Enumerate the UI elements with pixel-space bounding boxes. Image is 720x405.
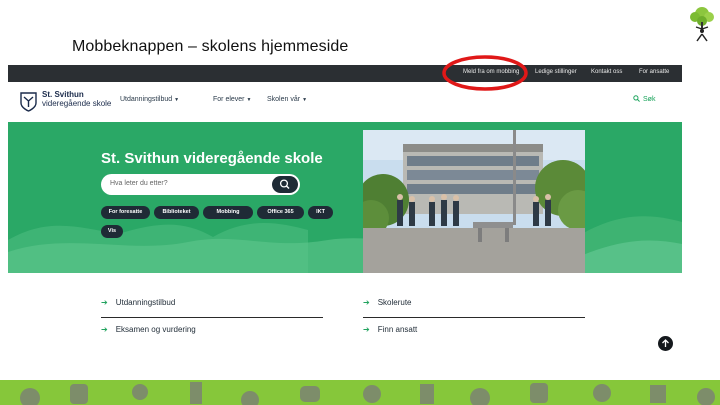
link-label: Eksamen og vurdering — [115, 325, 196, 334]
topbar-link-staff[interactable]: For ansatte — [639, 69, 669, 75]
nav-utdanningstilbud[interactable]: Utdanningstilbud ▼ — [120, 96, 179, 103]
link-skolerute[interactable]: ➔ Skolerute — [363, 298, 412, 307]
utility-bar: Meld fra om mobbing Ledige stillinger Ko… — [8, 65, 682, 82]
quick-link-vis[interactable]: Vis — [101, 225, 123, 238]
school-photo — [363, 130, 585, 273]
nav-skolen-var[interactable]: Skolen vår ▼ — [267, 96, 307, 103]
search-placeholder: Hva leter du etter? — [110, 180, 168, 187]
chevron-down-icon: ▼ — [246, 97, 252, 103]
link-label: Utdanningstilbud — [115, 298, 176, 307]
site-header: St. Svithun videregående skole Utdanning… — [8, 82, 682, 122]
slide-title: Mobbeknappen – skolens hjemmeside — [72, 38, 349, 55]
quick-link-office-365[interactable]: Office 365 — [257, 206, 304, 219]
link-utdanningstilbud[interactable]: ➔ Utdanningstilbud — [101, 298, 175, 307]
search-icon — [633, 95, 640, 102]
chevron-down-icon: ▼ — [174, 97, 180, 103]
nav-label: For elever — [213, 96, 245, 103]
search-icon — [279, 179, 290, 189]
link-finn-ansatt[interactable]: ➔ Finn ansatt — [363, 325, 417, 334]
quick-link-ikt[interactable]: IKT — [308, 206, 333, 219]
link-label: Skolerute — [377, 298, 412, 307]
chevron-down-icon: ▼ — [302, 97, 308, 103]
decorative-footer-band — [0, 380, 720, 405]
tree-logo-icon — [690, 7, 714, 42]
topbar-link-contact[interactable]: Kontakt oss — [591, 69, 622, 75]
link-eksamen[interactable]: ➔ Eksamen og vurdering — [101, 325, 196, 334]
search-submit-button[interactable] — [272, 176, 298, 193]
hero-section: St. Svithun videregående skole Hva leter… — [8, 122, 682, 273]
arrow-right-icon: ➔ — [101, 325, 108, 334]
link-label: Finn ansatt — [377, 325, 418, 334]
link-divider — [363, 317, 585, 318]
hero-search-input[interactable]: Hva leter du etter? — [101, 174, 300, 195]
school-logo-text[interactable]: St. Svithun videregående skole — [42, 90, 111, 108]
footer-pattern — [20, 382, 715, 405]
quick-link-mobbing[interactable]: Mobbing — [203, 206, 253, 219]
topbar-link-vacancies[interactable]: Ledige stillinger — [535, 69, 577, 75]
school-name-line2: videregående skole — [42, 99, 112, 108]
school-name-line1: St. Svithun — [42, 90, 84, 99]
link-list: ➔ Utdanningstilbud ➔ Eksamen og vurdering … — [8, 273, 682, 356]
quick-link-for-foresatte[interactable]: For foresatte — [101, 206, 150, 219]
quick-link-biblioteket[interactable]: Biblioteket — [154, 206, 199, 219]
search-link-label: Søk — [643, 96, 656, 103]
hero-title: St. Svithun videregående skole — [101, 150, 323, 167]
link-divider — [101, 317, 323, 318]
arrow-right-icon: ➔ — [101, 298, 108, 307]
nav-label: Utdanningstilbud — [120, 96, 173, 103]
crest-icon — [20, 92, 37, 112]
scroll-to-top-button[interactable] — [658, 336, 673, 351]
highlight-ellipse — [442, 55, 528, 91]
search-link[interactable]: Søk — [633, 95, 655, 103]
arrow-right-icon: ➔ — [363, 325, 370, 334]
nav-label: Skolen vår — [267, 96, 301, 103]
arrow-right-icon: ➔ — [363, 298, 370, 307]
website-screenshot: Meld fra om mobbing Ledige stillinger Ko… — [8, 65, 682, 356]
nav-for-elever[interactable]: For elever ▼ — [213, 96, 251, 103]
arrow-up-icon — [662, 339, 669, 347]
